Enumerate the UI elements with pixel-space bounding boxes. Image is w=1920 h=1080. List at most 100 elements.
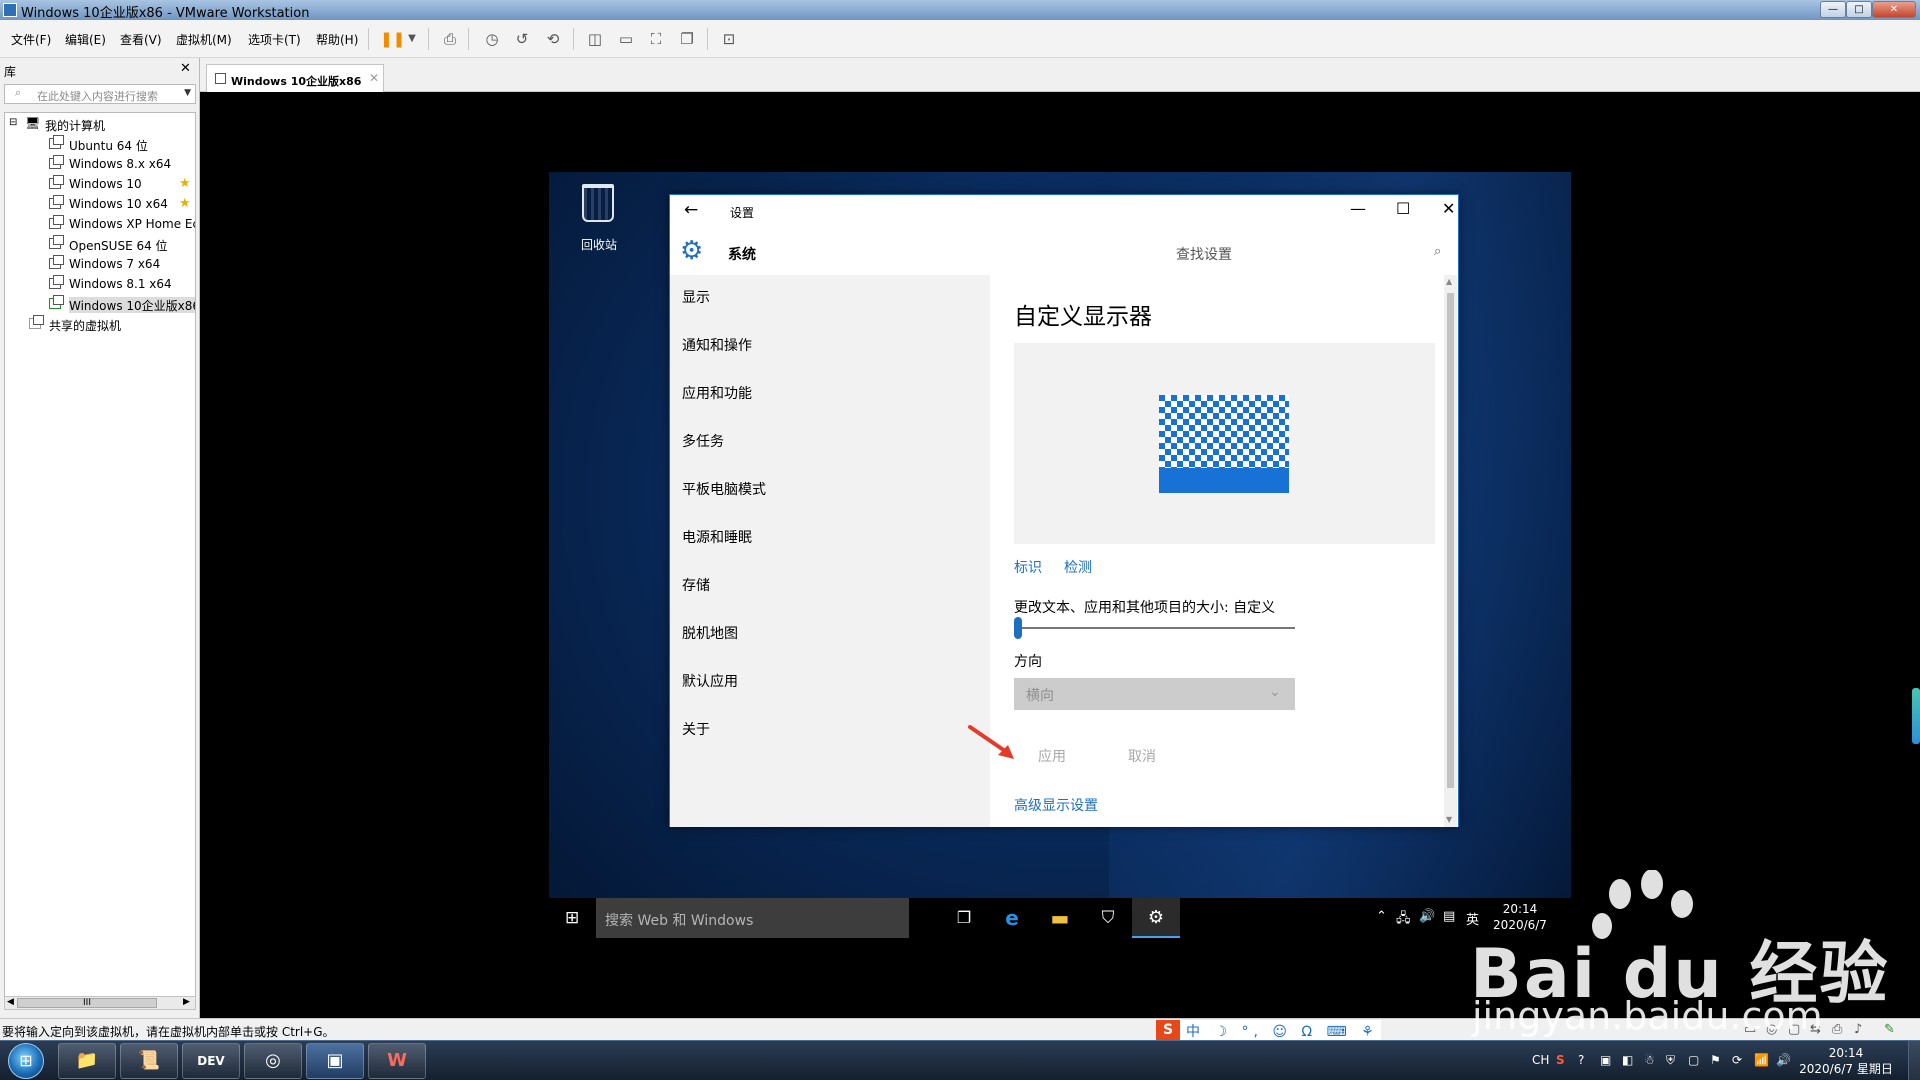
nav-item-power-sleep[interactable]: 电源和睡眠 <box>682 527 752 547</box>
nav-item-notifications[interactable]: 通知和操作 <box>682 335 752 355</box>
close-button[interactable]: ✕ <box>1872 1 1916 18</box>
nav-item-storage[interactable]: 存储 <box>682 575 710 595</box>
chrome-taskbar-button[interactable]: ◎ <box>244 1043 302 1079</box>
display-preview[interactable] <box>1014 343 1435 544</box>
nav-item-multitasking[interactable]: 多任务 <box>682 431 724 451</box>
windows-start-orb[interactable]: ⊞ <box>8 1043 44 1079</box>
show-desktop-button[interactable] <box>1908 1041 1920 1080</box>
snapshot-manager-icon[interactable]: ⟲ <box>542 28 564 50</box>
vm-tab[interactable]: Windows 10企业版x86 ✕ <box>206 64 384 92</box>
menu-tabs[interactable]: 选项卡(T) <box>248 31 301 48</box>
menu-edit[interactable]: 编辑(E) <box>65 31 106 48</box>
pause-icon[interactable]: ❚❚ <box>380 28 405 50</box>
settings-maximize-button[interactable]: ☐ <box>1396 199 1410 218</box>
scroll-down-icon[interactable]: ▼ <box>1446 815 1452 824</box>
tree-item-vm[interactable]: OpenSUSE 64 位 <box>49 235 195 253</box>
settings-search-input[interactable]: 查找设置 <box>1176 244 1232 264</box>
network-tray-icon[interactable]: ◧ <box>1622 1053 1633 1067</box>
guest-search-box[interactable]: 搜索 Web 和 Windows <box>596 898 909 938</box>
scroll-up-icon[interactable]: ▲ <box>1446 277 1452 286</box>
tree-root-my-computer[interactable]: ⊟ 🖥 我的计算机 <box>9 115 189 133</box>
task-view-icon[interactable]: ❐ <box>940 898 988 938</box>
tree-item-vm[interactable]: Windows XP Home Ec <box>49 215 195 233</box>
ime-toolbar[interactable]: S 中 ☽ °, ☺ Ω ⌨ ⚘ ♥ ▦ <box>1156 1020 1381 1057</box>
sogou-tray-icon[interactable]: S <box>1556 1053 1565 1067</box>
cancel-button[interactable]: 取消 <box>1128 746 1156 766</box>
recycle-bin[interactable]: 回收站 <box>564 180 624 252</box>
tree-item-vm[interactable]: Windows 8.1 x64 <box>49 275 195 293</box>
scale-slider[interactable] <box>1014 627 1295 629</box>
notepad-taskbar-button[interactable]: 📜 <box>120 1043 178 1079</box>
identify-link[interactable]: 标识 <box>1014 557 1042 577</box>
detect-link[interactable]: 检测 <box>1064 557 1092 577</box>
nav-item-offline-maps[interactable]: 脱机地图 <box>682 623 738 643</box>
pause-dropdown-icon[interactable]: ▼ <box>401 28 423 50</box>
search-icon[interactable]: ⌕ <box>1434 244 1441 259</box>
show-library-icon[interactable]: ◫ <box>584 28 606 50</box>
settings-close-button[interactable]: ✕ <box>1442 199 1455 218</box>
nav-item-default-apps[interactable]: 默认应用 <box>682 671 738 691</box>
apply-button[interactable]: 应用 <box>1038 746 1066 766</box>
chevron-up-icon[interactable]: ⌃ <box>1376 909 1387 924</box>
volume-tray-icon[interactable]: 🔊 <box>1776 1053 1791 1067</box>
menu-view[interactable]: 查看(V) <box>120 31 162 48</box>
chevron-down-icon[interactable]: ▼ <box>184 88 191 98</box>
tree-item-vm[interactable]: Windows 10 ★ <box>49 175 195 193</box>
settings-scrollbar[interactable]: ▲ ▼ <box>1444 275 1457 827</box>
signal-tray-icon[interactable]: 📶 <box>1754 1053 1769 1067</box>
full-screen-icon[interactable]: ⛶ <box>645 28 667 50</box>
menu-vm[interactable]: 虚拟机(M) <box>176 31 232 48</box>
guest-desktop[interactable]: 回收站 ← 设置 — ☐ ✕ ⚙ 系统 查找设置 ⌕ 显示 通知和操作 应用和功… <box>549 172 1571 938</box>
volume-icon[interactable]: 🔊 <box>1419 909 1435 924</box>
console-view-icon[interactable]: ⊡ <box>718 28 740 50</box>
library-search-input[interactable]: ⌕ 在此处键入内容进行搜索 ▼ <box>4 84 196 104</box>
nav-item-about[interactable]: 关于 <box>682 719 710 739</box>
tree-item-vm[interactable]: Ubuntu 64 位 <box>49 135 195 153</box>
wps-taskbar-button[interactable]: W <box>368 1043 426 1079</box>
tree-item-shared[interactable]: 共享的虚拟机 <box>29 315 189 333</box>
scroll-thumb[interactable]: III <box>17 998 157 1008</box>
wps-tray-icon[interactable]: ▢ <box>1688 1053 1699 1067</box>
back-arrow-icon[interactable]: ← <box>684 200 698 220</box>
host-ime-indicator[interactable]: CH <box>1532 1053 1549 1067</box>
menu-help[interactable]: 帮助(H) <box>316 31 358 48</box>
settings-minimize-button[interactable]: — <box>1350 199 1366 218</box>
qq-tray-icon[interactable]: ☃ <box>1644 1053 1655 1067</box>
network-icon[interactable]: 🖧 <box>1396 909 1411 931</box>
host-clock[interactable]: 20:14 2020/6/7 星期日 <box>1796 1045 1896 1077</box>
security-tray-icon[interactable]: ⛨ <box>1666 1053 1675 1068</box>
advanced-display-settings-link[interactable]: 高级显示设置 <box>1014 795 1098 815</box>
flag-tray-icon[interactable]: ⚑ <box>1710 1053 1721 1067</box>
file-explorer-icon[interactable]: ▬ <box>1036 898 1084 938</box>
tab-close-icon[interactable]: ✕ <box>369 71 379 85</box>
message-log-icon[interactable]: ✎ <box>1884 1022 1895 1037</box>
side-widget-handle[interactable] <box>1912 688 1920 744</box>
sogou-ime-icon[interactable]: S <box>1156 1020 1180 1040</box>
library-close-icon[interactable]: ✕ <box>180 61 191 76</box>
settings-app-icon[interactable]: ⚙ <box>1132 898 1180 938</box>
sync-tray-icon[interactable]: ⟳ <box>1732 1053 1742 1067</box>
scroll-left-icon[interactable]: ◀ <box>7 997 14 1007</box>
edge-icon[interactable]: e <box>988 898 1036 938</box>
revert-snapshot-icon[interactable]: ↺ <box>511 28 533 50</box>
tree-item-vm[interactable]: Windows 7 x64 <box>49 255 195 273</box>
action-center-icon[interactable]: ▤ <box>1443 909 1455 924</box>
scale-slider-thumb[interactable] <box>1014 617 1022 639</box>
scroll-thumb[interactable] <box>1447 293 1454 788</box>
menu-file[interactable]: 文件(F) <box>11 31 51 48</box>
collapse-icon[interactable]: ⊟ <box>9 117 17 128</box>
windows-start-icon[interactable]: ⊞ <box>565 910 579 927</box>
nav-item-display[interactable]: 显示 <box>682 287 710 307</box>
orientation-dropdown[interactable]: 横向 ⌄ <box>1014 678 1295 710</box>
maximize-button[interactable]: □ <box>1846 1 1872 18</box>
store-icon[interactable]: ⛉ <box>1084 898 1132 938</box>
display-tray-icon[interactable]: ▣ <box>1600 1053 1611 1067</box>
nav-item-apps[interactable]: 应用和功能 <box>682 383 752 403</box>
snapshot-icon[interactable]: ◷ <box>481 28 503 50</box>
tree-item-vm[interactable]: Windows 8.x x64 <box>49 155 195 173</box>
devcpp-taskbar-button[interactable]: DEV <box>182 1043 240 1079</box>
vmware-taskbar-button[interactable]: ▣ <box>306 1043 364 1079</box>
unity-icon[interactable]: ❐ <box>676 28 698 50</box>
tree-item-vm-selected[interactable]: Windows 10企业版x86 <box>49 295 195 313</box>
send-ctrl-alt-del-icon[interactable]: ⎙ <box>439 28 461 50</box>
